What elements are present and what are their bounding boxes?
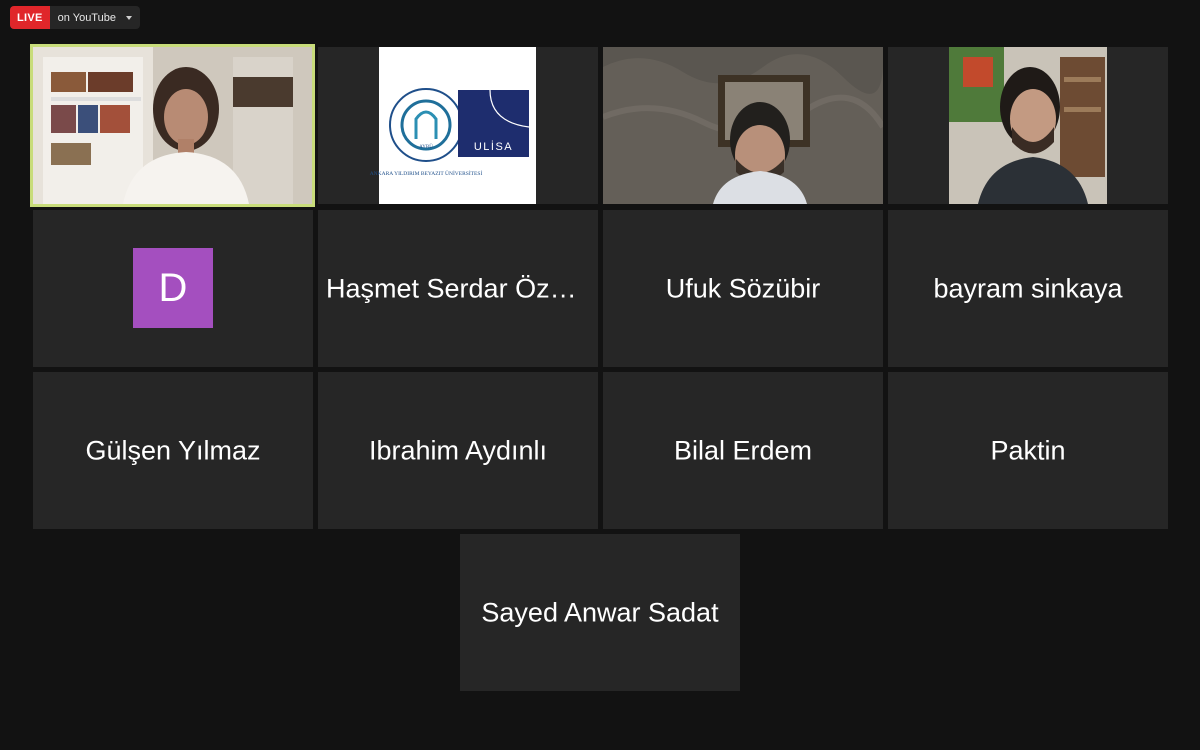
aybu-short: AYBÜ <box>419 144 433 150</box>
aybu-ring-text: ANKARA YILDIRIM BEYAZIT ÜNİVERSİTESİ <box>370 170 483 177</box>
participant-name: bayram sinkaya <box>933 273 1123 303</box>
participant-tile[interactable]: Sayed Anwar Sadat <box>460 534 740 691</box>
participant-tile[interactable]: Ibrahim Aydınlı <box>318 372 598 529</box>
participant-tile[interactable]: bayram sinkaya <box>888 210 1168 367</box>
participant-name: Paktin <box>990 435 1066 465</box>
participant-video <box>949 47 1107 204</box>
live-destination: on YouTube <box>57 11 116 24</box>
live-badge: LIVE <box>10 6 50 29</box>
participant-name: Gülşen Yılmaz <box>85 435 261 465</box>
participant-name: Ibrahim Aydınlı <box>368 435 548 465</box>
participant-tile[interactable]: Paktin <box>888 372 1168 529</box>
ulisa-wordmark: ULİSA <box>474 140 513 153</box>
video-tile-participant[interactable] <box>888 47 1168 204</box>
participant-name: Sayed Anwar Sadat <box>481 597 719 627</box>
participant-tile[interactable]: Bilal Erdem <box>603 372 883 529</box>
participant-video <box>603 47 883 204</box>
video-tile-logo[interactable]: ULİSA ANKARA YILDIRIM BEYAZIT ÜNİVERSİTE… <box>318 47 598 204</box>
video-tile-participant[interactable] <box>603 47 883 204</box>
chevron-down-icon[interactable] <box>125 15 132 20</box>
participant-tile[interactable]: Ufuk Sözübir <box>603 210 883 367</box>
participant-tile[interactable]: Haşmet Serdar Özdemir <box>318 210 598 367</box>
participant-tile[interactable]: D <box>33 210 313 367</box>
participant-name: Bilal Erdem <box>673 435 813 465</box>
organization-logo: ULİSA ANKARA YILDIRIM BEYAZIT ÜNİVERSİTE… <box>370 47 536 204</box>
avatar: D <box>133 248 213 328</box>
participant-name: Ufuk Sözübir <box>665 273 821 303</box>
participant-video <box>33 47 312 204</box>
participant-name: Haşmet Serdar Özdemir <box>326 273 598 303</box>
participant-tile[interactable]: Gülşen Yılmaz <box>33 372 313 529</box>
video-tile-speaker[interactable] <box>30 44 315 207</box>
live-stream-indicator[interactable]: LIVE on YouTube <box>10 6 140 29</box>
